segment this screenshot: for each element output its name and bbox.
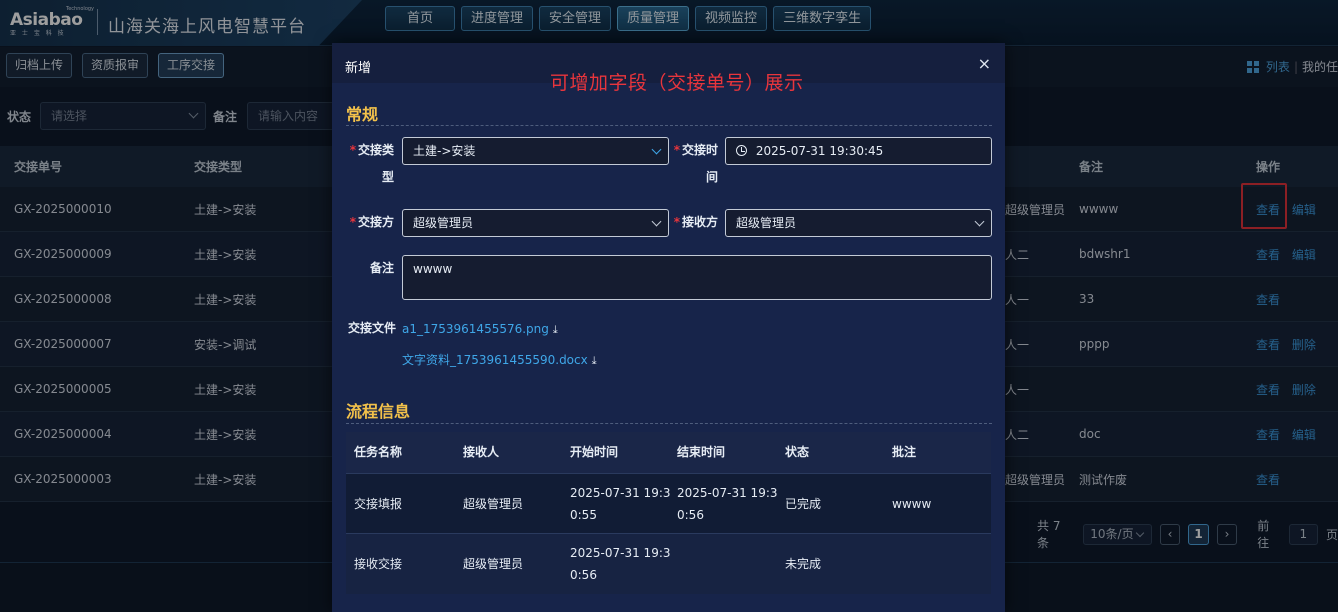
handover-type-value: 土建->安装 [413,144,476,158]
add-dialog: 新增 × 可增加字段（交接单号）展示 常规 * 交接类 型 土建->安装 * 交接时… [332,43,1005,612]
flow-row: 接收交接 超级管理员 2025-07-31 19:3 0:56 未完成 [346,533,991,594]
receiver-label: * 接收方 [673,215,718,229]
flow-col-note: 批注 [892,445,917,459]
flow-start-line1: 2025-07-31 19:3 [570,486,671,500]
section-flow-title: 流程信息 [346,402,411,421]
file-link[interactable]: a1_1753961455576.png ⤓ [402,322,558,337]
file-name: 文字资料_1753961455590.docx [402,353,588,367]
receiver-select[interactable]: 超级管理员 [725,209,992,237]
section-general-title: 常规 [346,105,379,124]
note-label: 备注 [369,261,394,275]
flow-receiver: 超级管理员 [463,497,524,511]
flow-table: 任务名称 接收人 开始时间 结束时间 状态 批注 交接填报 超级管理员 2025… [346,432,991,594]
handover-type-label-wrap: 型 [381,170,394,184]
handover-party-value: 超级管理员 [413,216,474,230]
file-link[interactable]: 文字资料_1753961455590.docx ⤓ [402,351,597,368]
clock-icon [736,145,747,156]
flow-col-start: 开始时间 [570,445,619,459]
annotation-note: 可增加字段（交接单号）展示 [550,72,804,94]
note-textarea[interactable]: wwww [402,255,992,300]
flow-status: 已完成 [785,497,822,511]
handover-type-select[interactable]: 土建->安装 [402,137,669,165]
flow-row: 交接填报 超级管理员 2025-07-31 19:3 0:55 2025-07-… [346,473,991,533]
handover-time-label: * 交接时 [673,143,718,157]
flow-end-line1: 2025-07-31 19:3 [677,486,778,500]
section-divider [346,423,992,424]
flow-col-status: 状态 [785,445,810,459]
flow-note: wwww [892,497,932,511]
files-label: 交接文件 [347,321,396,335]
download-icon[interactable]: ⤓ [553,323,558,336]
flow-start-line1: 2025-07-31 19:3 [570,546,671,560]
chevron-down-icon [651,216,662,227]
flow-table-header: 任务名称 接收人 开始时间 结束时间 状态 批注 [346,432,991,473]
flow-col-task: 任务名称 [354,445,403,459]
flow-col-end: 结束时间 [677,445,726,459]
flow-end-line2: 0:56 [677,508,704,522]
flow-start-line2: 0:55 [570,508,597,522]
flow-receiver: 超级管理员 [463,557,524,571]
receiver-value: 超级管理员 [736,216,797,230]
download-icon[interactable]: ⤓ [592,354,597,367]
chevron-down-icon [974,216,985,227]
section-divider [346,125,992,126]
flow-task: 交接填报 [354,497,403,511]
handover-time-value: 2025-07-31 19:30:45 [755,144,884,158]
file-name: a1_1753961455576.png [402,322,549,336]
chevron-down-icon [651,144,662,155]
handover-time-label-wrap: 间 [705,170,718,184]
close-icon[interactable]: × [978,54,991,73]
flow-task: 接收交接 [354,557,403,571]
flow-start-line2: 0:56 [570,568,597,582]
flow-status: 未完成 [785,557,822,571]
handover-party-select[interactable]: 超级管理员 [402,209,669,237]
handover-time-picker[interactable]: 2025-07-31 19:30:45 [725,137,992,165]
handover-party-label: * 交接方 [349,215,394,229]
handover-type-label: * 交接类 [349,143,394,157]
flow-col-receiver: 接收人 [463,445,500,459]
dialog-title: 新增 [345,61,372,76]
